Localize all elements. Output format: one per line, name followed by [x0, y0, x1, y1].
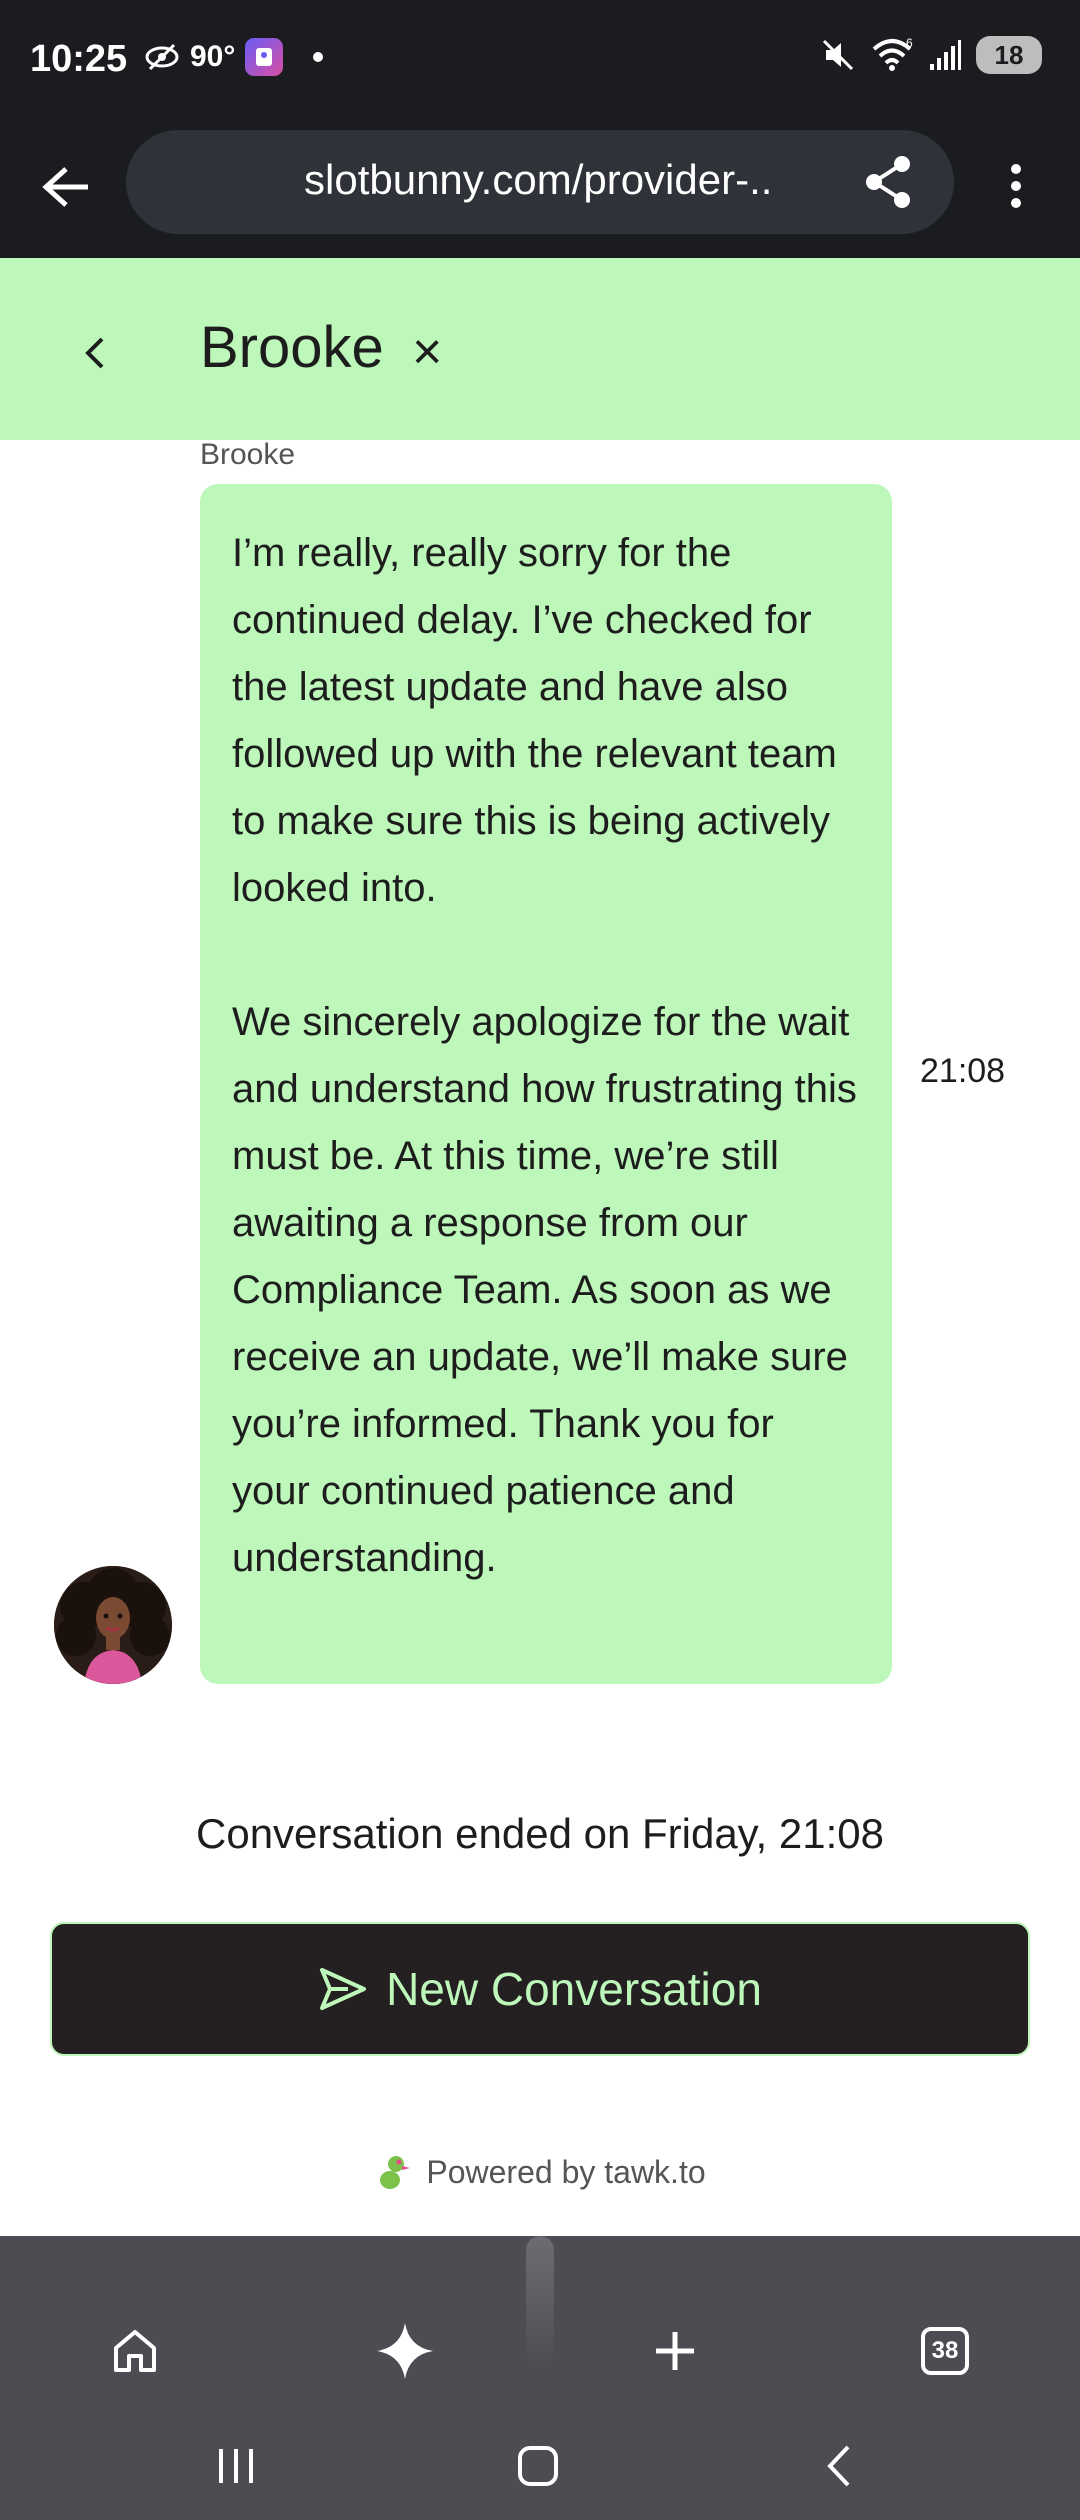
battery-indicator: 18 — [976, 36, 1042, 74]
chat-back-button[interactable] — [46, 308, 144, 398]
share-button[interactable] — [856, 150, 920, 214]
menu-dot-icon — [1011, 198, 1021, 208]
chevron-left-icon — [85, 337, 104, 369]
system-home-button[interactable] — [498, 2426, 578, 2506]
plus-icon — [656, 2332, 694, 2370]
message-sender: Brooke — [200, 440, 296, 471]
wifi-badge: 6 — [906, 37, 913, 50]
message-bubble: I’m really, really sorry for the continu… — [200, 484, 892, 1684]
new-tab-button[interactable] — [630, 2306, 720, 2396]
eye-slash-icon — [145, 43, 179, 71]
chat-header: Brooke × — [0, 258, 1080, 440]
url-text[interactable]: slotbunny.com/provider-.. — [304, 156, 774, 204]
home-icon — [114, 2330, 156, 2372]
home-button[interactable] — [90, 2306, 180, 2396]
chat-title: Brooke — [200, 315, 384, 380]
chevron-left-icon — [827, 2445, 850, 2487]
browser-menu-button[interactable] — [996, 154, 1036, 218]
tawk-logo-icon — [380, 2156, 411, 2189]
new-conversation-label: New Conversation — [386, 1963, 762, 2015]
tabs-button[interactable]: 38 — [900, 2306, 990, 2396]
wifi-icon: 6 — [872, 37, 913, 71]
message-timestamp: 21:08 — [920, 1052, 1006, 1090]
recent-apps-button[interactable] — [196, 2426, 276, 2506]
send-icon — [320, 1968, 367, 2010]
close-chat-button[interactable]: × — [412, 322, 442, 382]
new-conversation-button[interactable]: New Conversation — [50, 1922, 1030, 2056]
drag-handle[interactable] — [526, 2236, 554, 2366]
agent-avatar — [54, 1566, 172, 1684]
status-time: 10:25 — [30, 38, 128, 80]
conversation-ended-text: Conversation ended on Friday, 21:08 — [196, 1810, 884, 1857]
bottom-navigation: 38 — [0, 2236, 1080, 2520]
menu-dot-icon — [1011, 181, 1021, 191]
status-temperature: 90° — [190, 40, 236, 73]
status-bar: 10:25 90° 6 18 — [0, 0, 1080, 126]
address-bar[interactable]: slotbunny.com/provider-.. — [126, 130, 954, 234]
ai-assistant-button[interactable] — [360, 2306, 450, 2396]
message-paragraph: I’m really, really sorry for the continu… — [232, 531, 837, 910]
recent-apps-icon — [219, 2449, 253, 2483]
agent-avatar-image — [54, 1566, 172, 1684]
system-back-button[interactable] — [800, 2426, 880, 2506]
browser-back-button[interactable] — [32, 152, 102, 222]
tab-count-badge: 38 — [921, 2327, 969, 2375]
notification-dot-icon — [313, 52, 324, 62]
powered-by[interactable]: Powered by tawk.to — [0, 2152, 1080, 2192]
message-paragraph: We sincerely apologize for the wait and … — [232, 1000, 857, 1580]
status-right-icons: 6 18 — [820, 36, 1042, 74]
arrow-left-icon — [42, 167, 88, 207]
sparkle-icon — [377, 2323, 433, 2379]
menu-dot-icon — [1011, 164, 1021, 174]
cell-signal-icon — [930, 40, 961, 70]
status-left-icons: 90° — [144, 38, 324, 76]
app-badge-icon — [245, 38, 284, 76]
share-icon — [866, 156, 910, 208]
square-home-icon — [518, 2446, 558, 2486]
browser-toolbar: slotbunny.com/provider-.. — [0, 126, 1080, 258]
mute-icon — [822, 39, 854, 71]
powered-by-text: Powered by tawk.to — [426, 2153, 706, 2190]
chat-messages[interactable]: Brooke I’m really, really sorry for the … — [0, 440, 1080, 2236]
